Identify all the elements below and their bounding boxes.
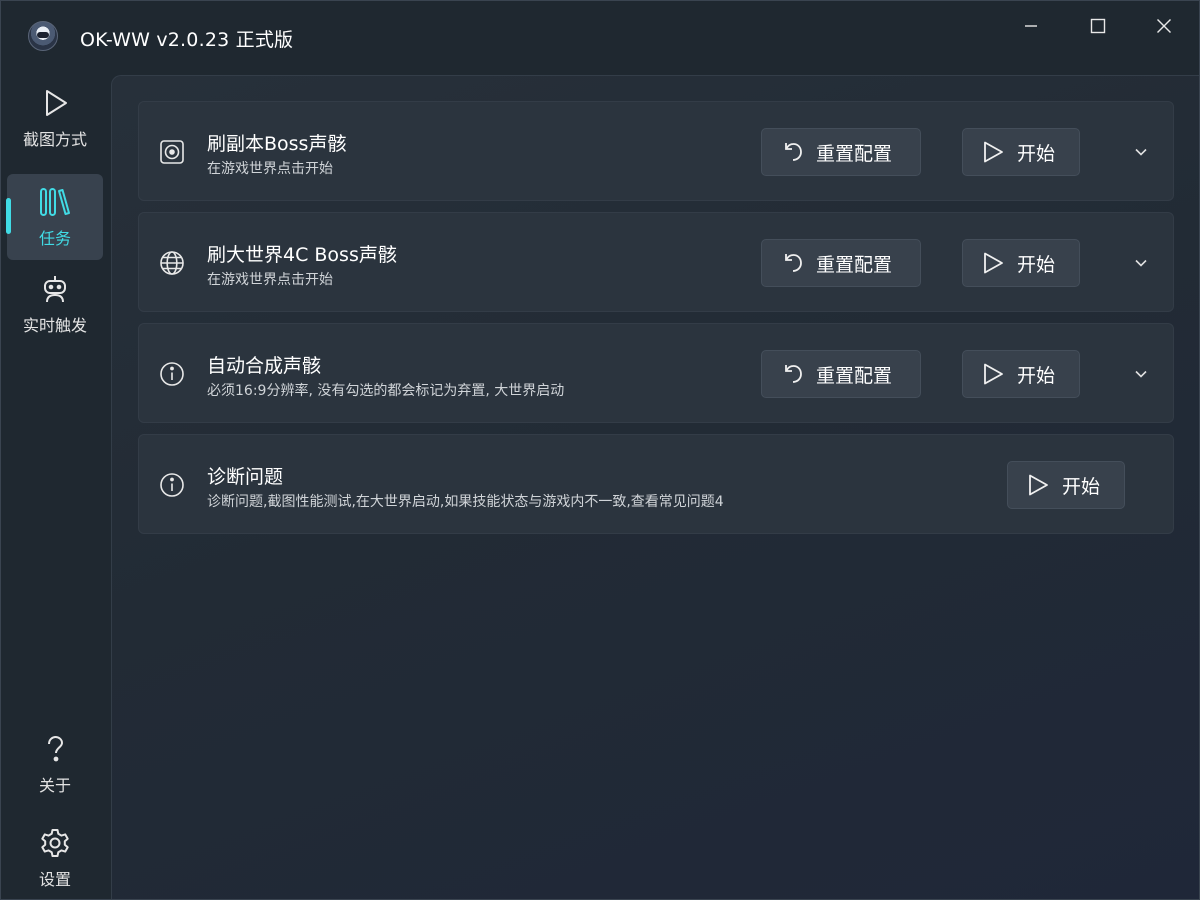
play-icon (1029, 474, 1048, 496)
app-window: OK-WW v2.0.23 正式版 截图方式 任务 实时触发 关于 设置 刷副本… (0, 0, 1200, 900)
sidebar-item-about[interactable]: 关于 (7, 721, 103, 807)
play-icon (984, 141, 1003, 163)
target-icon (159, 139, 185, 165)
play-icon (984, 363, 1003, 385)
task-title: 刷大世界4C Boss声骸 (207, 244, 397, 266)
info-icon (159, 361, 185, 387)
expand-button[interactable] (1129, 251, 1153, 275)
sidebar-item-capture-mode[interactable]: 截图方式 (7, 75, 103, 161)
start-label: 开始 (1017, 142, 1056, 165)
task-description: 必须16:9分辨率, 没有勾选的都会标记为弃置, 大世界启动 (207, 383, 565, 399)
maximize-button[interactable] (1078, 11, 1118, 41)
info-icon (159, 472, 185, 498)
robot-icon (38, 272, 72, 306)
chevron-down-icon (1135, 370, 1147, 378)
sidebar: 截图方式 任务 实时触发 关于 设置 (1, 75, 109, 899)
globe-icon (159, 250, 185, 276)
undo-icon (785, 254, 802, 272)
start-button[interactable]: 开始 (1007, 461, 1125, 509)
task-title: 自动合成声骸 (207, 355, 322, 377)
start-button[interactable]: 开始 (962, 128, 1080, 176)
start-label: 开始 (1062, 475, 1101, 498)
active-indicator (6, 198, 11, 234)
chevron-down-icon (1135, 259, 1147, 267)
task-description: 在游戏世界点击开始 (207, 272, 333, 288)
undo-icon (785, 143, 802, 161)
sidebar-item-label: 截图方式 (22, 130, 87, 149)
library-icon (38, 185, 72, 219)
undo-icon (785, 365, 802, 383)
start-button[interactable]: 开始 (962, 239, 1080, 287)
question-icon (38, 732, 72, 766)
close-icon (1157, 19, 1171, 33)
task-description: 诊断问题,截图性能测试,在大世界启动,如果技能状态与游戏内不一致,查看常见问题4 (207, 494, 724, 510)
sidebar-item-label: 任务 (38, 229, 71, 248)
task-title: 诊断问题 (207, 466, 284, 488)
reset-config-button[interactable]: 重置配置 (761, 128, 921, 176)
app-logo-icon (28, 21, 58, 51)
play-icon (38, 86, 72, 120)
task-card-world-4c-boss: 刷大世界4C Boss声骸 在游戏世界点击开始 重置配置 开始 (138, 212, 1174, 312)
play-icon (984, 252, 1003, 274)
task-card-dungeon-boss: 刷副本Boss声骸 在游戏世界点击开始 重置配置 开始 (138, 101, 1174, 201)
reset-config-button[interactable]: 重置配置 (761, 350, 921, 398)
reset-config-button[interactable]: 重置配置 (761, 239, 921, 287)
sidebar-item-label: 实时触发 (22, 316, 87, 335)
minimize-icon (1025, 25, 1037, 27)
reset-config-label: 重置配置 (816, 253, 893, 276)
expand-button[interactable] (1129, 362, 1153, 386)
reset-config-label: 重置配置 (816, 364, 893, 387)
task-title: 刷副本Boss声骸 (207, 133, 347, 155)
sidebar-item-label: 设置 (38, 870, 71, 889)
gear-icon (38, 826, 72, 860)
task-card-auto-combine: 自动合成声骸 必须16:9分辨率, 没有勾选的都会标记为弃置, 大世界启动 重置… (138, 323, 1174, 423)
window-title: OK-WW v2.0.23 正式版 (80, 29, 294, 51)
sidebar-item-tasks[interactable]: 任务 (6, 174, 103, 260)
minimize-button[interactable] (1011, 11, 1051, 41)
maximize-icon (1090, 18, 1106, 34)
expand-button[interactable] (1129, 140, 1153, 164)
sidebar-item-settings[interactable]: 设置 (7, 815, 103, 899)
chevron-down-icon (1135, 148, 1147, 156)
sidebar-item-realtime-trigger[interactable]: 实时触发 (7, 261, 103, 347)
close-button[interactable] (1144, 11, 1184, 41)
sidebar-item-label: 关于 (38, 776, 71, 795)
start-label: 开始 (1017, 364, 1056, 387)
reset-config-label: 重置配置 (816, 142, 893, 165)
task-list: 刷副本Boss声骸 在游戏世界点击开始 重置配置 开始 刷大世界4C Boss声… (111, 75, 1199, 899)
start-button[interactable]: 开始 (962, 350, 1080, 398)
task-description: 在游戏世界点击开始 (207, 161, 333, 177)
start-label: 开始 (1017, 253, 1056, 276)
task-card-diagnose: 诊断问题 诊断问题,截图性能测试,在大世界启动,如果技能状态与游戏内不一致,查看… (138, 434, 1174, 534)
title-bar: OK-WW v2.0.23 正式版 (1, 1, 1199, 75)
